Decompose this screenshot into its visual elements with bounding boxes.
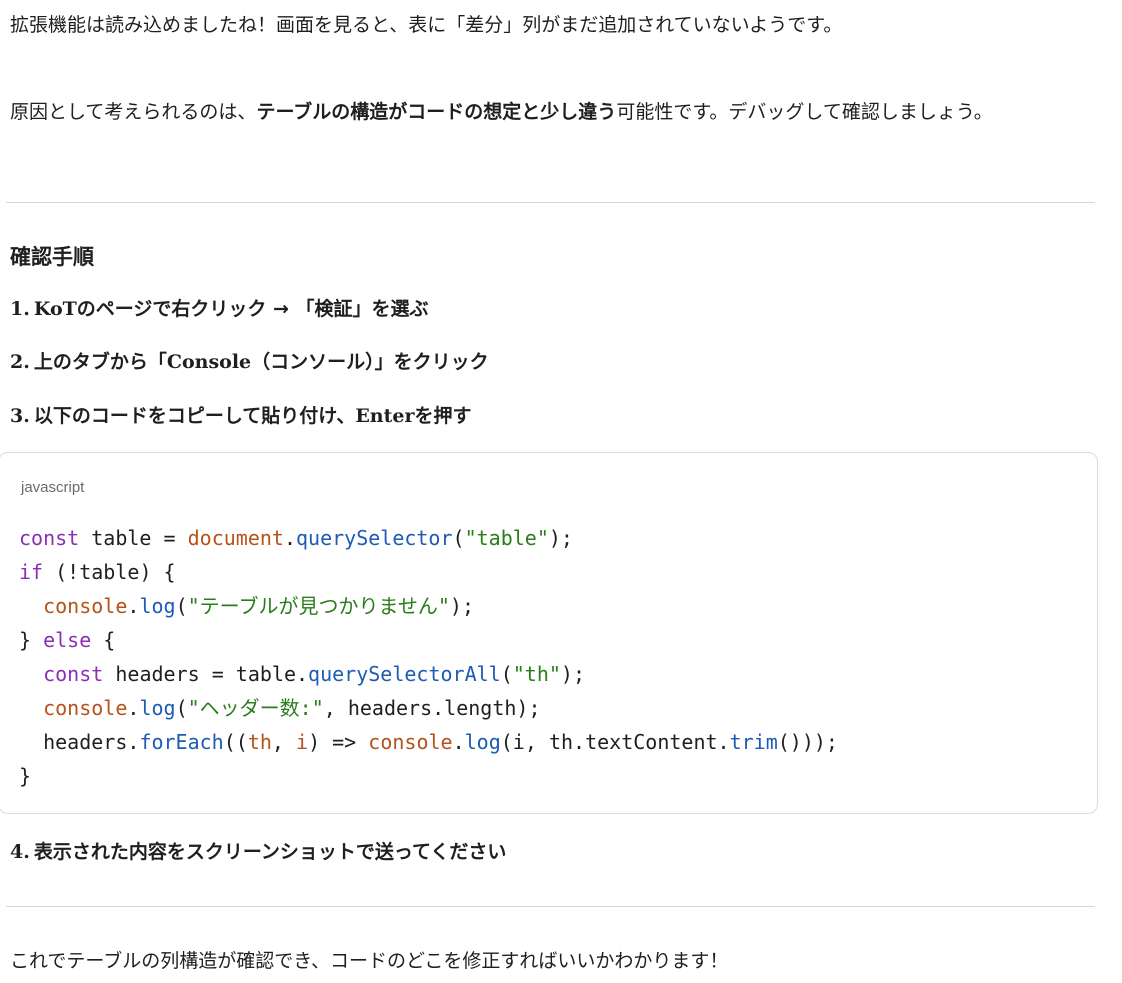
code-content[interactable]: const table = document.querySelector("ta… [19, 521, 838, 793]
intro-paragraph-2: 原因として考えられるのは、テーブルの構造がコードの想定と少し違う可能性です。デバ… [10, 95, 1070, 129]
step-number: 1. [10, 298, 30, 320]
step-1: 1. KoTのページで右クリック → 「検証」を選ぶ [10, 294, 429, 324]
closing-paragraph: これでテーブルの列構造が確認でき、コードのどこを修正すればいいかわかります！ [10, 950, 729, 972]
step-3: 3. 以下のコードをコピーして貼り付け、Enterを押す [10, 401, 472, 431]
intro-p2-post: 可能性です。デバッグして確認しましょう。 [616, 101, 993, 123]
code-line: } else { [19, 628, 116, 652]
intro-p2-bold: テーブルの構造がコードの想定と少し違う [256, 101, 617, 123]
code-line: } [19, 764, 32, 788]
intro-paragraph-1: 拡張機能は読み込めましたね！画面を見ると、表に「差分」列がまだ追加されていないよ… [10, 14, 843, 36]
step-number: 2. [10, 351, 30, 373]
code-line: const table = document.querySelector("ta… [19, 526, 573, 550]
code-line: headers.forEach((th, i) => console.log(i… [43, 730, 838, 754]
step-text: 表示された内容をスクリーンショットで送ってください [33, 841, 507, 863]
intro-p2-pre: 原因として考えられるのは、 [10, 101, 257, 123]
code-language-label: javascript [21, 479, 85, 496]
divider [6, 906, 1095, 907]
step-2: 2. 上のタブから「Console（コンソール）」をクリック [10, 347, 489, 377]
step-number: 4. [10, 841, 30, 863]
step-number: 3. [10, 405, 30, 427]
step-4: 4. 表示された内容をスクリーンショットで送ってください [10, 837, 506, 867]
step-text: KoTのページで右クリック → 「検証」を選ぶ [33, 298, 429, 320]
code-line: if (!table) { [19, 560, 176, 584]
section-title: 確認手順 [10, 245, 94, 269]
code-block[interactable]: javascript const table = document.queryS… [0, 452, 1098, 814]
code-line: const headers = table.querySelectorAll("… [43, 662, 586, 686]
step-text: 以下のコードをコピーして貼り付け、Enterを押す [33, 405, 472, 427]
divider [6, 202, 1095, 203]
code-line: console.log("テーブルが見つかりません"); [43, 594, 474, 618]
step-text: 上のタブから「Console（コンソール）」をクリック [33, 351, 489, 373]
code-line: console.log("ヘッダー数:", headers.length); [43, 696, 541, 720]
